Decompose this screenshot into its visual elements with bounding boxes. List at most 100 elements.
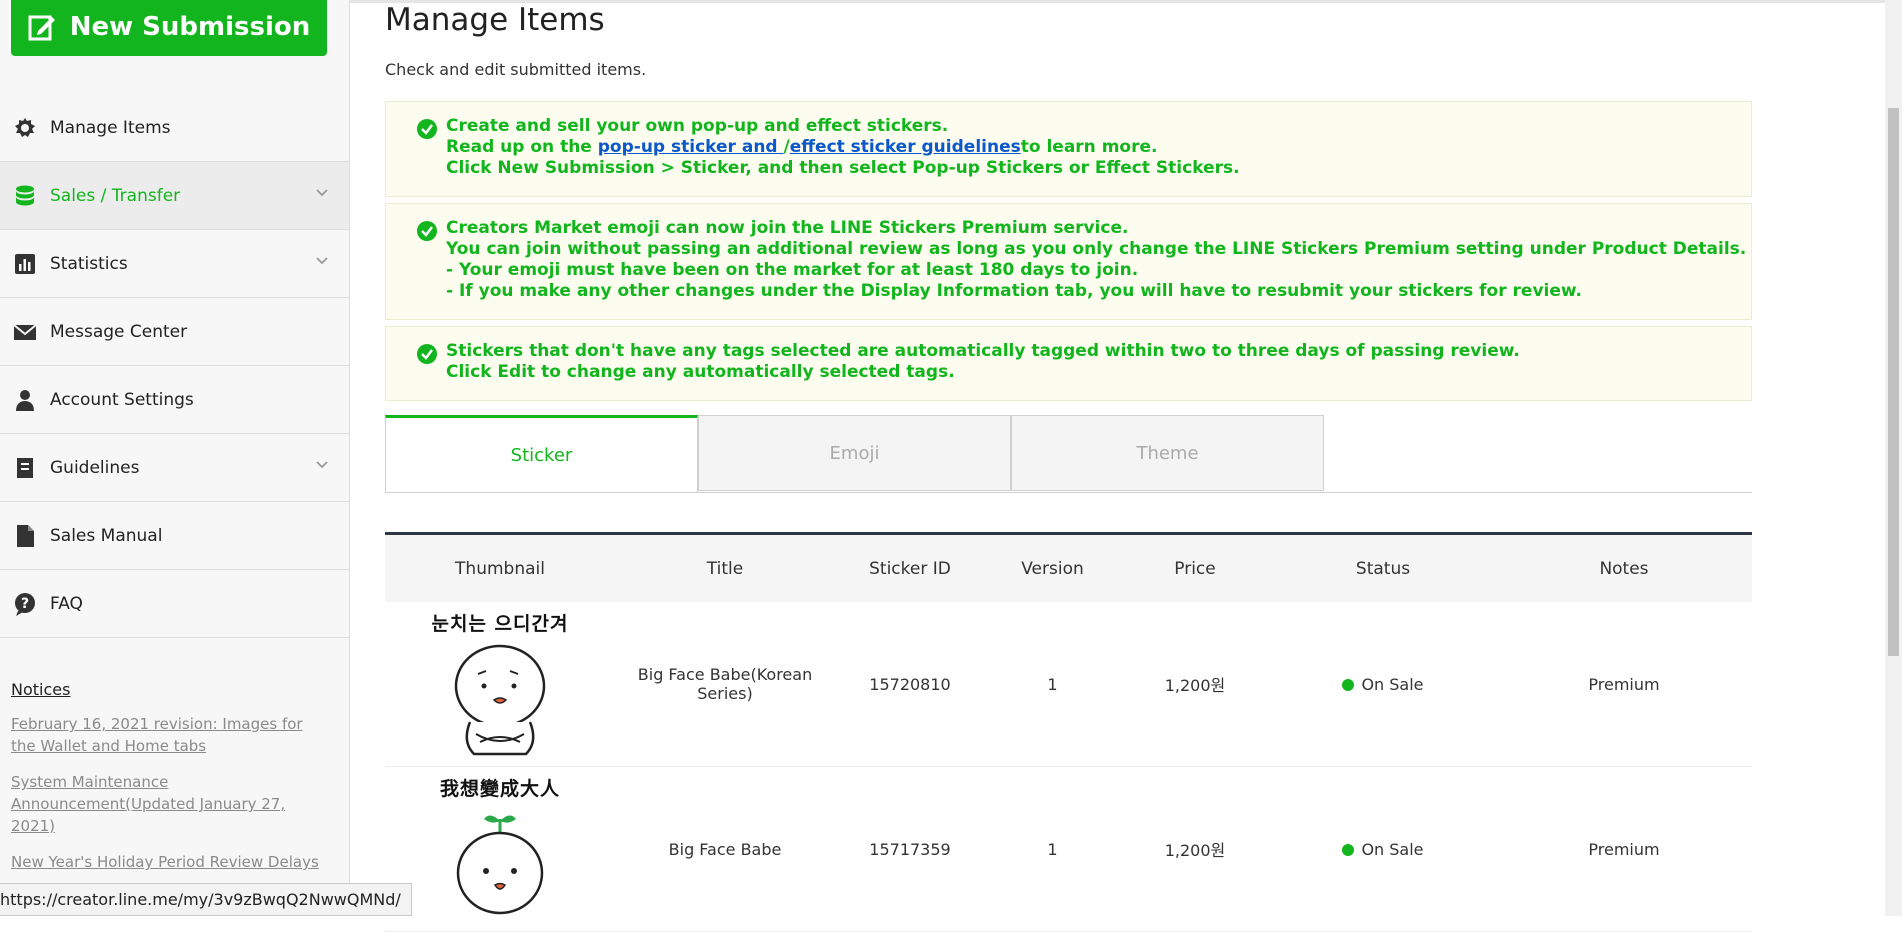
sidebar-item-faq[interactable]: ? FAQ [0, 570, 349, 638]
column-header: Title [706, 558, 744, 579]
sticker-thumbnail[interactable]: 我想變成大人 [430, 774, 570, 924]
book-icon [12, 455, 38, 481]
sidebar-item-label: Statistics [50, 253, 128, 274]
column-header: Thumbnail [455, 558, 545, 579]
status-bar-url: https://creator.line.me/my/3v9zBwqQ2NwwQ… [0, 883, 412, 916]
status-text: On Sale [1361, 674, 1424, 694]
tab-theme[interactable]: Theme [1011, 415, 1324, 491]
sidebar-item-statistics[interactable]: Statistics [0, 230, 349, 298]
tab-emoji[interactable]: Emoji [698, 415, 1011, 491]
price-cell: 1,200원 [1164, 841, 1226, 860]
sidebar-item-label: Message Center [50, 321, 188, 342]
edit-icon [28, 15, 55, 41]
notice-line: Click New Submission > Sticker, and then… [446, 158, 1240, 178]
sticker-character-image [456, 815, 544, 915]
bar-chart-icon [12, 251, 38, 277]
sticker-thumbnail[interactable]: 눈치는 으디간겨 [430, 609, 570, 759]
thumbnail-cell: 눈치는 으디간겨 [385, 609, 615, 759]
sidebar-item-manage-items[interactable]: Manage Items [0, 94, 349, 162]
sidebar-item-label: Sales Manual [50, 525, 163, 546]
sidebar-item-label: Sales / Transfer [50, 185, 181, 206]
notes-cell: Premium [1588, 674, 1660, 694]
database-icon [12, 183, 38, 209]
sidebar-menu: Manage Items Sales / Transfer Statistics… [0, 94, 349, 638]
gear-icon [12, 115, 38, 141]
notice-auto-tags: Stickers that don't have any tags select… [385, 326, 1752, 401]
notice-line: - Your emoji must have been on the marke… [446, 260, 1139, 280]
sidebar-item-sales-manual[interactable]: Sales Manual [0, 502, 349, 570]
title-cell[interactable]: Big Face Babe [615, 840, 835, 859]
thumbnail-caption: 我想變成大人 [439, 778, 560, 800]
sidebar-item-message-center[interactable]: Message Center [0, 298, 349, 366]
envelope-icon [12, 319, 38, 345]
column-header: Status [1355, 558, 1411, 579]
notice-line: Read up on the pop-up sticker and /effec… [446, 137, 1751, 158]
thumbnail-caption: 눈치는 으디간겨 [431, 613, 569, 635]
question-icon: ? [12, 591, 38, 617]
notice-line: Stickers that don't have any tags select… [446, 341, 1520, 361]
check-circle-icon [417, 344, 437, 364]
item-type-tabs: Sticker Emoji Theme [385, 415, 1752, 493]
sidebar-item-guidelines[interactable]: Guidelines [0, 434, 349, 502]
effect-sticker-guidelines-link[interactable]: effect sticker guidelines [790, 137, 1021, 157]
new-submission-button[interactable]: New Submission [11, 0, 327, 56]
notice-line: Click Edit to change any automatically s… [446, 362, 955, 382]
price-cell: 1,200원 [1164, 676, 1226, 695]
status-cell: On Sale [1270, 675, 1496, 694]
notice-line: Create and sell your own pop-up and effe… [446, 116, 949, 136]
check-circle-icon [417, 119, 437, 139]
sidebar-item-label: Account Settings [50, 389, 194, 410]
sidebar-item-sales-transfer[interactable]: Sales / Transfer [0, 162, 349, 230]
notice-text: Read up on the [446, 137, 598, 157]
version-cell: 1 [1047, 839, 1058, 859]
version-cell: 1 [1047, 674, 1058, 694]
notices-title[interactable]: Notices [11, 680, 331, 699]
document-icon [12, 523, 38, 549]
notice-line: - If you make any other changes under th… [446, 281, 1582, 301]
sticker-id-cell: 15720810 [869, 674, 951, 694]
page-description: Check and edit submitted items. [385, 60, 647, 79]
notices-section: Notices February 16, 2021 revision: Imag… [11, 680, 331, 887]
notice-link[interactable]: New Year's Holiday Period Review Delays [11, 851, 331, 873]
notice-link[interactable]: February 16, 2021 revision: Images for t… [11, 713, 331, 757]
status-text: On Sale [1361, 839, 1424, 859]
column-header: Version [1021, 558, 1084, 579]
sidebar-item-label: Manage Items [50, 117, 171, 138]
chevron-down-icon[interactable] [315, 458, 329, 472]
notice-line: You can join without passing an addition… [446, 239, 1747, 259]
sidebar: New Submission Manage Items Sales / Tran… [0, 0, 350, 916]
notice-text: to learn more. [1020, 137, 1158, 157]
table-header: Thumbnail Title Sticker ID Version Price… [385, 535, 1752, 602]
sidebar-item-account-settings[interactable]: Account Settings [0, 366, 349, 434]
notice-line: Creators Market emoji can now join the L… [446, 218, 1129, 238]
notes-cell: Premium [1588, 839, 1660, 859]
scrollbar-thumb[interactable] [1888, 108, 1899, 656]
sticker-id-cell: 15717359 [869, 839, 951, 859]
notice-emoji-premium: Creators Market emoji can now join the L… [385, 203, 1752, 320]
status-cell: On Sale [1270, 840, 1496, 859]
status-dot [1342, 843, 1355, 856]
page-scrollbar[interactable] [1885, 0, 1902, 916]
svg-text:?: ? [21, 596, 29, 612]
page-title: Manage Items [385, 2, 605, 38]
status-dot [1342, 678, 1355, 691]
check-circle-icon [417, 221, 437, 241]
chevron-down-icon[interactable] [315, 186, 329, 200]
title-cell[interactable]: Big Face Babe(Korean Series) [615, 665, 835, 703]
chevron-down-icon[interactable] [315, 254, 329, 268]
tab-sticker[interactable]: Sticker [385, 415, 698, 492]
column-header: Sticker ID [869, 558, 951, 579]
sticker-character-image [454, 644, 546, 756]
popup-sticker-guidelines-link[interactable]: pop-up sticker and [598, 137, 784, 157]
column-header: Price [1174, 558, 1216, 579]
notice-link[interactable]: System Maintenance Announcement(Updated … [11, 771, 331, 837]
items-table: Thumbnail Title Sticker ID Version Price… [385, 532, 1752, 932]
notice-popup-stickers: Create and sell your own pop-up and effe… [385, 101, 1752, 197]
sidebar-item-label: FAQ [50, 593, 83, 614]
person-icon [12, 387, 38, 413]
thumbnail-cell: 我想變成大人 [385, 774, 615, 924]
new-submission-label: New Submission [69, 12, 311, 42]
table-row[interactable]: 눈치는 으디간겨 Big Face Babe(Korean Series) 15… [385, 602, 1752, 767]
table-row[interactable]: 我想變成大人 Big Face Babe 15717359 1 1,200원 O… [385, 767, 1752, 932]
sidebar-item-label: Guidelines [50, 457, 140, 478]
